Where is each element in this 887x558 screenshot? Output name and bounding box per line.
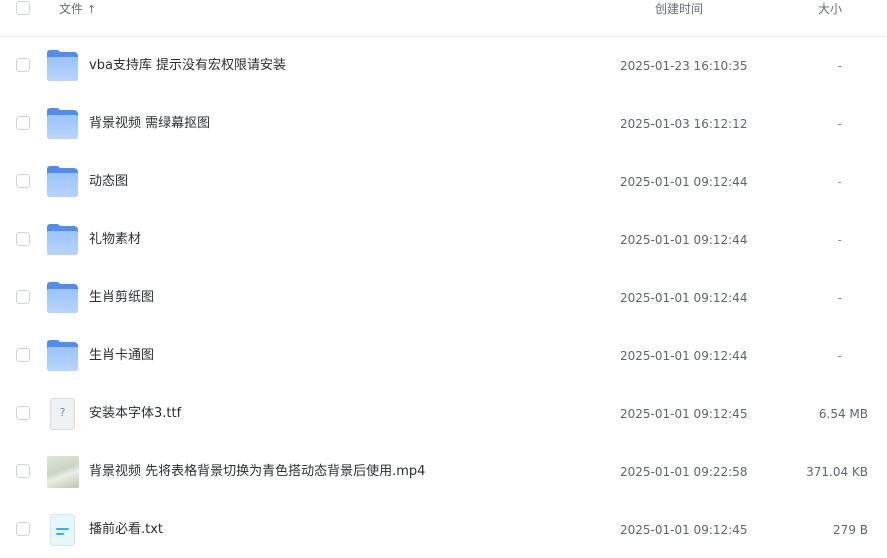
column-header-name-label: 文件 (59, 2, 84, 16)
file-row[interactable]: 生肖卡通图 2025-01-01 09:12:44 - (0, 327, 887, 385)
txt-file-icon (46, 514, 79, 546)
file-created-time: 2025-01-03 16:12:12 (620, 117, 748, 131)
file-row[interactable]: 播前必看.txt 2025-01-01 09:12:45 279 B (0, 501, 887, 558)
sort-ascending-icon[interactable]: ↑ (87, 3, 96, 16)
file-list: 文件 ↑ 创建时间 大小 vba支持库 提示没有宏权限请安装 2025-01-23… (0, 0, 887, 558)
file-name[interactable]: 背景视频 需绿幕抠图 (89, 115, 210, 133)
file-name[interactable]: 动态图 (89, 173, 128, 191)
file-name[interactable]: vba支持库 提示没有宏权限请安装 (89, 57, 286, 75)
row-checkbox[interactable] (16, 522, 30, 536)
file-size: 6.54 MB (818, 407, 868, 421)
file-row[interactable]: 动态图 2025-01-01 09:12:44 - (0, 153, 887, 211)
file-row[interactable]: 背景视频 先将表格背景切换为青色搭动态背景后使用.mp4 2025-01-01 … (0, 443, 887, 501)
row-checkbox[interactable] (16, 116, 30, 130)
file-size: - (837, 117, 842, 131)
file-created-time: 2025-01-01 09:12:44 (620, 291, 748, 305)
select-all-checkbox[interactable] (16, 1, 30, 15)
file-size: - (837, 349, 842, 363)
file-name[interactable]: 安装本字体3.ttf (89, 405, 181, 423)
file-name[interactable]: 生肖剪纸图 (89, 289, 154, 307)
row-checkbox[interactable] (16, 348, 30, 362)
file-name[interactable]: 背景视频 先将表格背景切换为青色搭动态背景后使用.mp4 (89, 463, 425, 481)
folder-icon (46, 166, 79, 198)
file-size: - (837, 291, 842, 305)
file-created-time: 2025-01-23 16:10:35 (620, 59, 748, 73)
file-row[interactable]: 背景视频 需绿幕抠图 2025-01-03 16:12:12 - (0, 95, 887, 153)
folder-icon (46, 224, 79, 256)
file-row[interactable]: vba支持库 提示没有宏权限请安装 2025-01-23 16:10:35 - (0, 37, 887, 95)
file-size: - (837, 233, 842, 247)
question-mark-icon: ? (59, 406, 66, 419)
row-checkbox[interactable] (16, 290, 30, 304)
folder-icon (46, 282, 79, 314)
file-name[interactable]: 播前必看.txt (89, 521, 163, 539)
file-name[interactable]: 礼物素材 (89, 231, 141, 249)
row-checkbox[interactable] (16, 232, 30, 246)
column-header-created-time[interactable]: 创建时间 (655, 1, 703, 17)
file-created-time: 2025-01-01 09:12:44 (620, 175, 748, 189)
file-created-time: 2025-01-01 09:12:44 (620, 349, 748, 363)
row-checkbox[interactable] (16, 174, 30, 188)
file-created-time: 2025-01-01 09:12:45 (620, 407, 748, 421)
video-thumbnail (46, 456, 79, 488)
file-row[interactable]: 礼物素材 2025-01-01 09:12:44 - (0, 211, 887, 269)
file-created-time: 2025-01-01 09:22:58 (620, 465, 748, 479)
folder-icon (46, 340, 79, 372)
folder-icon (46, 108, 79, 140)
unknown-file-icon: ? (46, 398, 79, 430)
file-created-time: 2025-01-01 09:12:45 (620, 523, 748, 537)
file-created-time: 2025-01-01 09:12:44 (620, 233, 748, 247)
column-header-name[interactable]: 文件 ↑ (59, 1, 96, 18)
folder-icon (46, 50, 79, 82)
file-size: - (837, 175, 842, 189)
file-size: 371.04 KB (806, 465, 868, 479)
row-checkbox[interactable] (16, 58, 30, 72)
column-header-size[interactable]: 大小 (818, 1, 842, 17)
file-size: 279 B (833, 523, 868, 537)
row-checkbox[interactable] (16, 406, 30, 420)
list-header: 文件 ↑ 创建时间 大小 (0, 0, 887, 37)
row-checkbox[interactable] (16, 464, 30, 478)
file-size: - (837, 59, 842, 73)
file-name[interactable]: 生肖卡通图 (89, 347, 154, 365)
file-row[interactable]: ? 安装本字体3.ttf 2025-01-01 09:12:45 6.54 MB (0, 385, 887, 443)
file-row[interactable]: 生肖剪纸图 2025-01-01 09:12:44 - (0, 269, 887, 327)
